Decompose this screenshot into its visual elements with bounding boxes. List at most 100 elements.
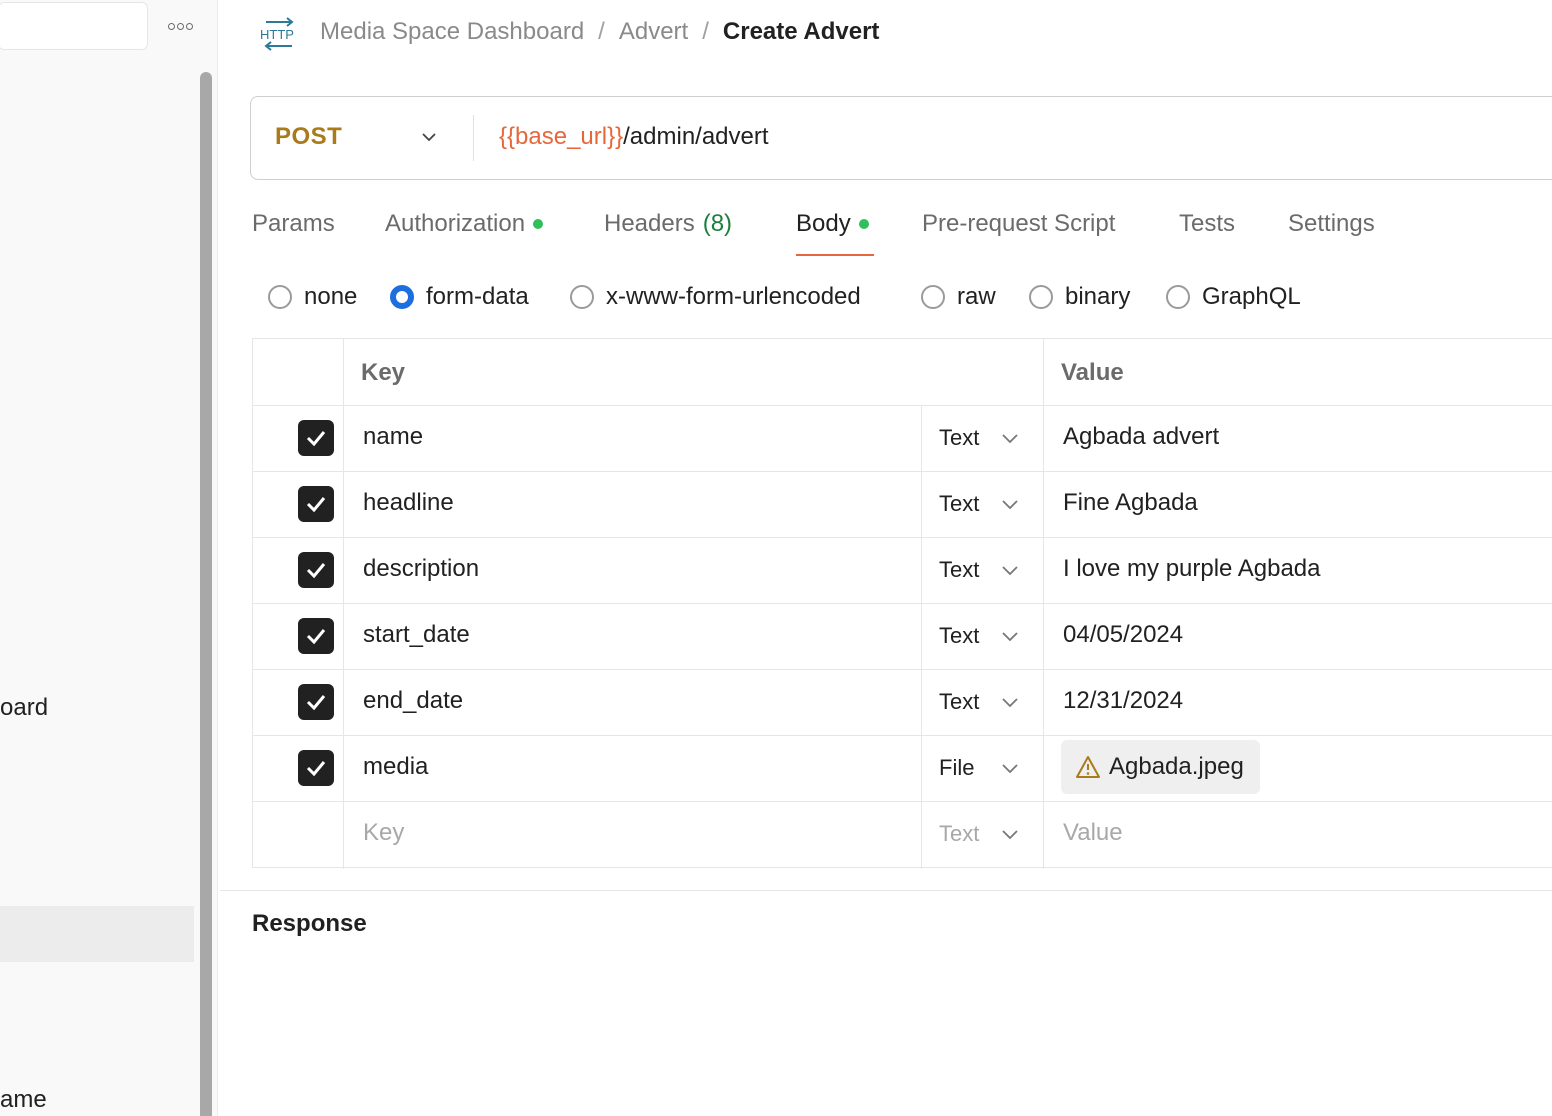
row-checkbox[interactable]	[298, 684, 334, 720]
url-path: /admin/advert	[623, 123, 769, 150]
tab-label: Authorization	[385, 210, 526, 237]
row-checkbox[interactable]	[298, 618, 334, 654]
radio-urlencoded[interactable]: x-www-form-urlencoded	[570, 283, 861, 311]
table-row: start_date Text 04/05/2024	[253, 603, 1552, 669]
tab-label: Tests	[1179, 210, 1236, 237]
tab-label: Settings	[1288, 210, 1375, 237]
active-tab-indicator	[796, 254, 874, 256]
radio-circle[interactable]	[921, 285, 945, 309]
type-select[interactable]: Text	[939, 689, 979, 715]
tab-label: Body	[796, 210, 851, 237]
radio-label: x-www-form-urlencoded	[606, 283, 861, 310]
breadcrumb-item-folder[interactable]: Advert	[619, 18, 688, 46]
radio-circle[interactable]	[1166, 285, 1190, 309]
checkmark-icon	[306, 497, 326, 513]
table-row: media File Agbada.jpeg	[253, 735, 1552, 801]
radio-none[interactable]: none	[268, 283, 357, 311]
value-input[interactable]: 12/31/2024	[1063, 687, 1183, 715]
row-checkbox[interactable]	[298, 486, 334, 522]
chevron-down-icon[interactable]	[1001, 759, 1019, 777]
tab-label: Params	[252, 210, 335, 237]
table-row: headline Text Fine Agbada	[253, 471, 1552, 537]
sidebar-search-input[interactable]	[0, 2, 148, 50]
new-key-input[interactable]: Key	[363, 819, 404, 847]
method-select[interactable]: POST	[275, 123, 342, 151]
type-select[interactable]: Text	[939, 623, 979, 649]
value-input[interactable]: Agbada advert	[1063, 423, 1219, 451]
checkmark-icon	[306, 629, 326, 645]
sidebar-item-partial[interactable]: oard	[0, 694, 48, 722]
radio-circle[interactable]	[570, 285, 594, 309]
chevron-down-icon[interactable]	[1001, 495, 1019, 513]
radio-graphql[interactable]: GraphQL	[1166, 283, 1301, 311]
table-row: end_date Text 12/31/2024	[253, 669, 1552, 735]
breadcrumb-item-workspace[interactable]: Media Space Dashboard	[320, 18, 584, 46]
radio-circle[interactable]	[268, 285, 292, 309]
chevron-down-icon[interactable]	[1001, 693, 1019, 711]
url-divider	[473, 115, 474, 161]
type-select[interactable]: Text	[939, 491, 979, 517]
key-input[interactable]: start_date	[363, 621, 470, 649]
sidebar-scrollbar[interactable]	[200, 72, 212, 1116]
row-checkbox[interactable]	[298, 552, 334, 588]
url-input[interactable]: {{base_url}}/admin/advert	[499, 123, 769, 151]
file-chip[interactable]: Agbada.jpeg	[1061, 740, 1260, 794]
checkmark-icon	[306, 563, 326, 579]
column-header-value: Value	[1061, 359, 1124, 386]
type-select[interactable]: File	[939, 755, 974, 781]
new-type-select[interactable]: Text	[939, 821, 979, 847]
value-input[interactable]: Fine Agbada	[1063, 489, 1198, 517]
tab-pre-request-script[interactable]: Pre-request Script	[922, 210, 1115, 238]
tab-params[interactable]: Params	[252, 210, 335, 238]
column-header-key: Key	[361, 359, 406, 386]
chevron-down-icon[interactable]	[1001, 429, 1019, 447]
radio-label: form-data	[426, 283, 529, 310]
breadcrumb-separator: /	[702, 18, 709, 45]
chevron-down-icon[interactable]	[1001, 825, 1019, 843]
chevron-down-icon[interactable]	[421, 129, 437, 145]
tab-label: Headers	[604, 210, 695, 237]
page-title[interactable]: Create Advert	[723, 18, 880, 46]
key-input[interactable]: name	[363, 423, 423, 451]
radio-circle-selected[interactable]	[390, 285, 414, 309]
radio-binary[interactable]: binary	[1029, 283, 1130, 311]
key-input[interactable]: headline	[363, 489, 454, 517]
key-input[interactable]: end_date	[363, 687, 463, 715]
key-input[interactable]: description	[363, 555, 479, 583]
tab-body[interactable]: Body	[796, 210, 869, 238]
sidebar-item-selected[interactable]	[0, 906, 194, 962]
radio-raw[interactable]: raw	[921, 283, 996, 311]
radio-form-data[interactable]: form-data	[390, 283, 529, 311]
sidebar-item-partial[interactable]: ame	[0, 1086, 47, 1114]
row-checkbox[interactable]	[298, 750, 334, 786]
checkmark-icon	[306, 431, 326, 447]
http-icon: HTTP	[260, 17, 294, 51]
value-input[interactable]: I love my purple Agbada	[1063, 555, 1321, 583]
response-divider[interactable]	[220, 890, 1552, 891]
tab-tests[interactable]: Tests	[1179, 210, 1235, 238]
tab-headers[interactable]: Headers (8)	[604, 210, 732, 238]
type-select[interactable]: Text	[939, 425, 979, 451]
key-input[interactable]: media	[363, 753, 428, 781]
sidebar: oard ame	[0, 0, 218, 1116]
value-input[interactable]: 04/05/2024	[1063, 621, 1183, 649]
tab-settings[interactable]: Settings	[1288, 210, 1375, 238]
tab-authorization[interactable]: Authorization	[385, 210, 544, 238]
status-dot-icon	[533, 219, 544, 229]
breadcrumb-separator: /	[598, 18, 605, 45]
row-checkbox[interactable]	[298, 420, 334, 456]
breadcrumb: Media Space Dashboard / Advert / Create …	[320, 18, 879, 46]
more-horizontal-icon[interactable]	[162, 12, 198, 40]
radio-circle[interactable]	[1029, 285, 1053, 309]
new-value-input[interactable]: Value	[1063, 819, 1123, 847]
type-select[interactable]: Text	[939, 557, 979, 583]
response-title: Response	[252, 910, 367, 937]
chevron-down-icon[interactable]	[1001, 627, 1019, 645]
radio-label: raw	[957, 283, 996, 310]
file-name: Agbada.jpeg	[1109, 753, 1244, 780]
checkmark-icon	[306, 695, 326, 711]
headers-count-badge: (8)	[702, 210, 733, 237]
form-data-table: Key Value name Text Agbada advert headli…	[252, 338, 1552, 869]
chevron-down-icon[interactable]	[1001, 561, 1019, 579]
url-variable: {{base_url}}	[499, 123, 624, 150]
